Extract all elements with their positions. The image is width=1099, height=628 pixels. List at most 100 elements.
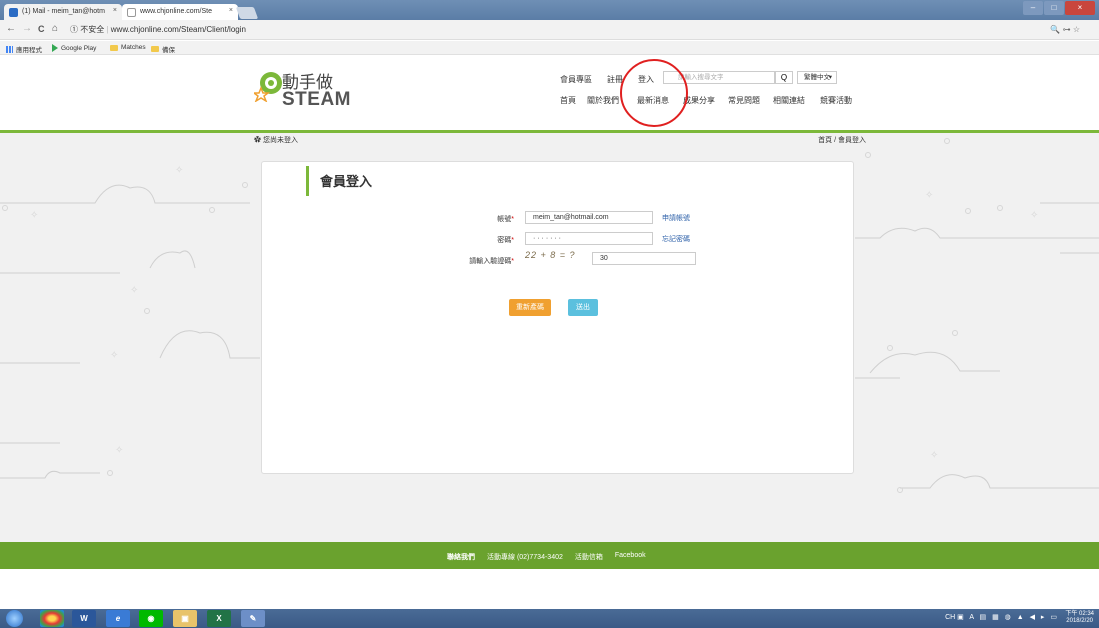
new-tab-button[interactable] (235, 7, 259, 19)
back-icon[interactable]: ← (6, 23, 16, 34)
input-method-indicator[interactable]: CH (945, 614, 955, 621)
captcha-input[interactable]: 30 (592, 252, 696, 265)
close-icon[interactable]: × (113, 7, 117, 14)
logo-text[interactable]: 動手做 STEAM (282, 74, 351, 110)
svg-text:✧: ✧ (30, 210, 38, 221)
bookmark-label: Google Play (61, 44, 97, 52)
captcha-text: 22 + 8 = ? (525, 250, 576, 260)
excel-icon[interactable]: X (207, 610, 231, 627)
svg-text:✧: ✧ (115, 445, 123, 456)
url-input[interactable]: ① 不安全 | www.chjonline.com/Steam/Client/l… (70, 22, 1080, 38)
bookmark-matches[interactable]: Matches (110, 44, 146, 51)
reset-captcha-button[interactable]: 重新產碼 (509, 299, 551, 316)
tab-label: www.chjonline.com/Ste (140, 8, 212, 15)
address-right-icons[interactable]: 🔍 ⊶ ☆ (1050, 22, 1080, 38)
gear-icon: ✿ (254, 137, 261, 144)
svg-text:✧: ✧ (110, 350, 118, 361)
email-link[interactable]: 活動信箱 (575, 552, 603, 562)
search-icon: Q (780, 73, 788, 82)
bookmark-google-play[interactable]: Google Play (52, 44, 96, 52)
account-label-text: 帳號 (497, 216, 512, 223)
clock-date: 2018/2/20 (1066, 618, 1093, 624)
chevron-down-icon: ▾ (828, 74, 832, 81)
breadcrumb-row: ✿ 您尚未登入 首頁 / 會員登入 (254, 135, 866, 145)
security-indicator[interactable]: ① 不安全 (70, 25, 104, 34)
search-button[interactable]: Q (775, 71, 793, 84)
svg-text:✧: ✧ (925, 190, 933, 201)
system-tray[interactable]: CH ▣ A ▤ ▦ ◍ ▲ ◀ ▸ ▭ (945, 613, 1059, 621)
start-button[interactable] (6, 610, 23, 627)
password-value: · · · · · · · (533, 235, 561, 242)
bookmark-apps[interactable]: 應用程式 (6, 44, 42, 54)
apps-icon (6, 45, 13, 53)
forgot-password-link[interactable]: 忘記密碼 (662, 234, 690, 244)
facebook-link[interactable]: Facebook (615, 552, 646, 562)
captcha-label: 請輸入驗證碼* (469, 258, 514, 265)
bookmark-label: 應用程式 (16, 47, 42, 54)
forward-icon[interactable]: → (22, 23, 32, 34)
account-value: meim_tan@hotmail.com (533, 214, 609, 221)
nav-home[interactable]: 首頁 (560, 95, 576, 106)
nav-about[interactable]: 關於我們 (587, 95, 619, 106)
password-input[interactable]: · · · · · · · (525, 232, 653, 245)
site-header: 動手做 STEAM 會員專區 註冊 登入 請輸入搜尋文字 Q 繁體中文 ▾ 首頁… (0, 56, 1099, 130)
close-icon[interactable]: × (229, 7, 233, 14)
folder-icon (110, 44, 118, 51)
language-select[interactable]: 繁體中文 ▾ (797, 71, 837, 84)
ie-icon[interactable]: e (106, 610, 130, 627)
steam-logo[interactable] (251, 70, 284, 107)
chrome-icon[interactable] (40, 610, 64, 627)
bookmark-label: 備保 (162, 47, 175, 54)
tab-mail[interactable]: (1) Mail - meim_tan@hotm × (4, 4, 122, 20)
apply-account-link[interactable]: 申請帳號 (662, 213, 690, 223)
minimize-button[interactable]: – (1023, 1, 1043, 15)
page-icon (127, 8, 136, 17)
svg-text:✧: ✧ (1030, 210, 1038, 221)
tab-chjonline[interactable]: www.chjonline.com/Ste × (122, 4, 238, 20)
annotation-circle (620, 59, 688, 127)
breadcrumb[interactable]: 首頁 / 會員登入 (818, 135, 866, 145)
title-accent-bar (306, 166, 309, 196)
svg-text:✧: ✧ (175, 165, 183, 176)
login-card: 會員登入 帳號* meim_tan@hotmail.com 申請帳號 密碼* ·… (261, 161, 854, 474)
password-label: 密碼* (497, 237, 514, 244)
url-text: www.chjonline.com/Steam/Client/login (110, 25, 246, 34)
browser-tab-bar: (1) Mail - meim_tan@hotm × www.chjonline… (0, 0, 1099, 20)
mail-icon (9, 8, 18, 17)
account-input[interactable]: meim_tan@hotmail.com (525, 211, 653, 224)
bookmark-label: Matches (121, 44, 146, 51)
paint-icon[interactable]: ✎ (241, 610, 265, 627)
nav-competitions[interactable]: 競賽活動 (820, 95, 852, 106)
reload-icon[interactable]: C (38, 24, 45, 34)
bookmark-folder[interactable]: 備保 (151, 44, 175, 54)
contact-link[interactable]: 聯絡我們 (447, 552, 475, 562)
play-icon (52, 44, 58, 52)
submit-button[interactable]: 送出 (568, 299, 598, 316)
logo-line2: STEAM (282, 89, 351, 110)
captcha-image: 22 + 8 = ? (525, 250, 585, 264)
line-icon[interactable]: ◉ (139, 610, 163, 627)
hotline-text: 活動專線 (02)7734-3402 (487, 554, 563, 561)
nav-links[interactable]: 相關連結 (773, 95, 805, 106)
close-window-button[interactable]: × (1065, 1, 1095, 15)
captcha-value: 30 (600, 255, 608, 262)
maximize-button[interactable]: □ (1044, 1, 1064, 15)
word-icon[interactable]: W (72, 610, 96, 627)
clock-time: 下午 02:34 (1065, 611, 1094, 617)
site-footer: 聯絡我們 活動專線 (02)7734-3402 活動信箱 Facebook (0, 542, 1099, 569)
clock[interactable]: 下午 02:34 2018/2/20 (1065, 611, 1094, 625)
gear-logo-icon (251, 72, 282, 103)
member-link[interactable]: 會員專區 (560, 74, 592, 85)
page-title: 會員登入 (320, 174, 373, 189)
home-icon[interactable]: ⌂ (52, 23, 58, 34)
tab-label: (1) Mail - meim_tan@hotm (22, 8, 105, 15)
nav-faq[interactable]: 常見問題 (728, 95, 760, 106)
explorer-icon[interactable]: ▣ (173, 610, 197, 627)
login-status: ✿ 您尚未登入 (254, 137, 298, 144)
svg-text:✧: ✧ (130, 285, 138, 296)
language-value: 繁體中文 (804, 74, 830, 81)
captcha-label-text: 請輸入驗證碼 (469, 258, 512, 265)
folder-icon (151, 46, 159, 52)
svg-text:✧: ✧ (930, 450, 938, 461)
password-label-text: 密碼 (497, 237, 512, 244)
